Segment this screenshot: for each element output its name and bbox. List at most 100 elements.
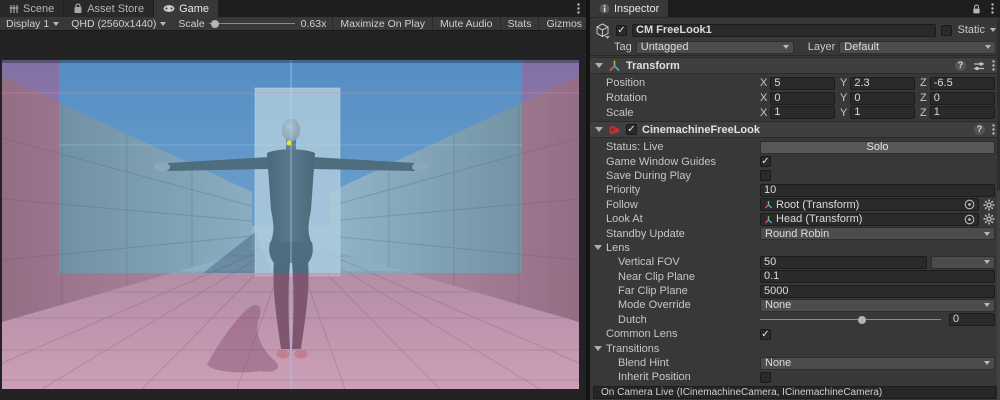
help-icon[interactable]: ?	[974, 124, 985, 135]
priority-label: Priority	[590, 184, 760, 196]
vertical-fov-field[interactable]: 50	[760, 256, 927, 269]
transform-component: Transform ? Position	[590, 57, 1000, 122]
presets-icon[interactable]	[973, 60, 985, 72]
gear-icon[interactable]	[983, 199, 995, 211]
gameobject-active-checkbox[interactable]: ✓	[616, 25, 627, 36]
common-lens-checkbox[interactable]: ✓	[760, 329, 771, 340]
position-y-field[interactable]: 2.3	[850, 77, 915, 90]
scale-z-field[interactable]: 1	[930, 106, 995, 119]
game-render-viewport[interactable]	[2, 60, 579, 389]
lens-foldout-row[interactable]: Lens	[590, 241, 1000, 255]
tag-label: Tag	[614, 41, 632, 53]
gameobject-name-field[interactable]: CM FreeLook1	[632, 24, 936, 37]
blend-hint-row: Blend Hint None	[590, 356, 1000, 370]
component-enabled-checkbox[interactable]: ✓	[626, 124, 637, 135]
scale-control: Scale 0.63x	[172, 17, 332, 30]
standby-update-row: Standby Update Round Robin	[590, 226, 1000, 240]
rotation-x-field[interactable]: 0	[770, 92, 835, 105]
look-at-object-field[interactable]: Head (Transform)	[760, 213, 979, 226]
dutch-value-field[interactable]: 0	[949, 313, 995, 326]
save-during-play-row: Save During Play ✓	[590, 169, 1000, 183]
mode-override-label: Mode Override	[590, 299, 760, 311]
game-window-guides-checkbox[interactable]: ✓	[760, 156, 771, 167]
transitions-foldout-row[interactable]: Transitions	[590, 341, 1000, 355]
lock-icon[interactable]	[971, 3, 982, 15]
component-menu-icon[interactable]	[992, 60, 995, 71]
display-dropdown-label: Display 1	[6, 18, 49, 30]
game-window-guides-label: Game Window Guides	[590, 156, 760, 168]
tag-dropdown[interactable]: Untagged	[636, 41, 794, 54]
fov-preset-dropdown[interactable]	[931, 256, 995, 269]
layer-label: Layer	[808, 41, 836, 53]
object-picker-icon[interactable]	[964, 214, 975, 225]
follow-object-field[interactable]: Root (Transform)	[760, 198, 979, 211]
resolution-dropdown-label: QHD (2560x1440)	[71, 18, 156, 30]
foldout-icon[interactable]	[595, 127, 603, 132]
dutch-slider-knob[interactable]	[858, 316, 866, 324]
mode-override-dropdown[interactable]: None	[760, 299, 995, 312]
blend-hint-dropdown[interactable]: None	[760, 357, 995, 370]
save-during-play-checkbox[interactable]: ✓	[760, 170, 771, 181]
display-dropdown[interactable]: Display 1	[0, 17, 65, 30]
dutch-slider[interactable]	[760, 319, 941, 320]
priority-row: Priority 10	[590, 183, 1000, 197]
scale-label: Scale	[590, 107, 760, 119]
layer-dropdown[interactable]: Default	[839, 41, 996, 54]
blend-hint-value: None	[765, 357, 791, 369]
help-icon[interactable]: ?	[955, 60, 966, 71]
tab-asset-store[interactable]: Asset Store	[64, 0, 153, 17]
inherit-position-checkbox[interactable]: ✓	[760, 372, 771, 383]
tab-game[interactable]: Game	[154, 0, 218, 17]
axis-z-label: Z	[920, 77, 927, 89]
far-clip-field[interactable]: 5000	[760, 285, 995, 298]
rotation-z-field[interactable]: 0	[930, 92, 995, 105]
gameobject-header: ✓ CM FreeLook1 ✓ Static Tag Untagged Lay…	[590, 19, 1000, 56]
maximize-on-play-button[interactable]: Maximize On Play	[332, 17, 432, 30]
priority-field[interactable]: 10	[760, 184, 995, 197]
gear-icon[interactable]	[983, 213, 995, 225]
rotation-y-field[interactable]: 0	[850, 92, 915, 105]
near-clip-field[interactable]: 0.1	[760, 270, 995, 283]
transform-header[interactable]: Transform ?	[590, 57, 1000, 74]
game-panel-menu-icon[interactable]	[571, 0, 586, 17]
transitions-label: Transitions	[606, 343, 659, 355]
tab-scene-label: Scene	[23, 3, 54, 15]
cinemachine-header[interactable]: ✓ CinemachineFreeLook ?	[590, 121, 1000, 138]
transform-mini-icon	[764, 215, 773, 224]
inspector-tabbar: Inspector	[590, 0, 1000, 17]
solo-button[interactable]: Solo	[760, 141, 995, 154]
position-z-field[interactable]: -6.5	[930, 77, 995, 90]
resolution-dropdown[interactable]: QHD (2560x1440)	[65, 17, 172, 30]
gameobject-cube-icon[interactable]	[594, 22, 611, 39]
foldout-icon[interactable]	[594, 245, 602, 250]
standby-update-dropdown[interactable]: Round Robin	[760, 227, 995, 240]
inspector-icon	[599, 3, 610, 14]
stats-button[interactable]: Stats	[500, 17, 539, 30]
cinemachine-guides	[2, 60, 579, 389]
scale-slider-knob[interactable]	[211, 20, 219, 28]
cinemachine-freelook-component: ✓ CinemachineFreeLook ? Status: Live Sol…	[590, 121, 1000, 387]
blend-hint-label: Blend Hint	[590, 357, 760, 369]
scale-slider[interactable]	[209, 23, 295, 24]
foldout-icon[interactable]	[595, 63, 603, 68]
look-at-value: Head (Transform)	[776, 213, 862, 225]
static-flags-dropdown-icon[interactable]	[990, 28, 996, 32]
static-checkbox[interactable]: ✓	[941, 25, 952, 36]
game-view-panel: Scene Asset Store Game	[0, 0, 586, 400]
inspector-panel: Inspector	[590, 0, 1000, 400]
dutch-label: Dutch	[590, 314, 760, 326]
rotation-row: Rotation X0 Y0 Z0	[590, 91, 1000, 106]
tab-scene[interactable]: Scene	[0, 0, 63, 17]
cinemachine-icon	[608, 124, 621, 136]
scene-grid-icon	[9, 4, 19, 14]
position-x-field[interactable]: 5	[770, 77, 835, 90]
tab-inspector[interactable]: Inspector	[590, 0, 668, 17]
scale-x-field[interactable]: 1	[770, 106, 835, 119]
scale-y-field[interactable]: 1	[850, 106, 915, 119]
mute-audio-button[interactable]: Mute Audio	[432, 17, 500, 30]
foldout-icon[interactable]	[594, 346, 602, 351]
inspector-menu-icon[interactable]	[991, 3, 994, 14]
object-picker-icon[interactable]	[964, 199, 975, 210]
component-menu-icon[interactable]	[992, 124, 995, 135]
guide-left-pink-zone	[2, 60, 59, 273]
